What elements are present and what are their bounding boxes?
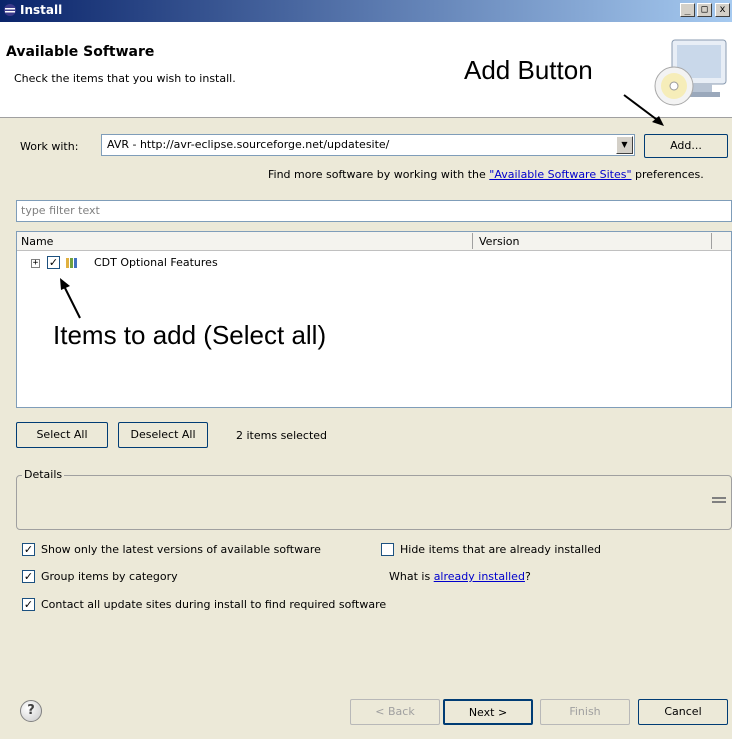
contact-sites-label[interactable]: Contact all update sites during install … — [41, 598, 386, 611]
page-subtitle: Check the items that you wish to install… — [14, 72, 236, 85]
minimize-button[interactable]: _ — [680, 3, 695, 17]
help-icon[interactable]: ? — [20, 700, 42, 722]
items-annotation: Items to add (Select all) — [53, 320, 327, 350]
contact-sites-checkbox[interactable]: ✓ — [22, 598, 35, 611]
cancel-button[interactable]: Cancel — [638, 699, 728, 725]
title-bar[interactable]: Install _ □ x — [0, 0, 732, 22]
work-with-label: Work with: — [20, 140, 79, 153]
available-sites-link[interactable]: "Available Software Sites" — [489, 168, 631, 181]
column-separator[interactable] — [711, 233, 712, 249]
what-is-suffix: ? — [524, 570, 531, 583]
hide-installed-checkbox[interactable] — [381, 543, 394, 556]
software-tree[interactable]: Name Version + ✓ CDT Optional Features I… — [16, 231, 732, 408]
annotation-arrow-add — [623, 94, 664, 126]
add-button-annotation: Add Button — [464, 55, 593, 85]
next-button[interactable]: Next > — [443, 699, 533, 725]
details-label: Details — [22, 468, 65, 481]
add-button[interactable]: Add... — [644, 134, 728, 158]
details-group — [16, 475, 732, 530]
close-button[interactable]: x — [715, 3, 730, 17]
page-title: Available Software — [6, 44, 155, 60]
filter-input[interactable]: type filter text — [16, 200, 732, 222]
select-all-button[interactable]: Select All — [16, 422, 108, 448]
find-more-text: Find more software by working with the "… — [268, 168, 704, 181]
group-category-label[interactable]: Group items by category — [41, 570, 178, 583]
row-checkbox[interactable]: ✓ — [47, 256, 60, 269]
find-more-suffix: preferences. — [631, 168, 704, 181]
finish-button[interactable]: Finish — [540, 699, 630, 725]
what-is-prefix: What is — [389, 570, 434, 583]
window-title: Install — [20, 3, 63, 17]
column-version[interactable]: Version — [479, 235, 519, 248]
what-is-installed: What is already installed? — [389, 570, 531, 583]
annotation-arrow-items — [60, 278, 81, 319]
column-separator[interactable] — [472, 233, 473, 249]
table-header: Name Version — [17, 232, 731, 251]
eclipse-icon — [4, 4, 16, 16]
work-with-value: AVR - http://avr-eclipse.sourceforge.net… — [107, 138, 390, 151]
maximize-button[interactable]: □ — [697, 3, 712, 17]
sash-grip-icon[interactable] — [712, 496, 726, 506]
selection-status: 2 items selected — [236, 429, 328, 442]
deselect-all-button[interactable]: Deselect All — [118, 422, 208, 448]
find-more-prefix: Find more software by working with the — [268, 168, 490, 181]
work-with-combo[interactable]: AVR - http://avr-eclipse.sourceforge.net… — [101, 134, 635, 156]
back-button[interactable]: < Back — [350, 699, 440, 725]
already-installed-link[interactable]: already installed — [434, 570, 525, 583]
row-label[interactable]: CDT Optional Features — [94, 256, 218, 269]
chevron-down-icon[interactable]: ▼ — [616, 136, 633, 154]
latest-only-label[interactable]: Show only the latest versions of availab… — [41, 543, 321, 556]
latest-only-checkbox[interactable]: ✓ — [22, 543, 35, 556]
column-name[interactable]: Name — [21, 235, 53, 248]
filter-placeholder: type filter text — [21, 204, 100, 217]
group-category-checkbox[interactable]: ✓ — [22, 570, 35, 583]
expand-icon[interactable]: + — [31, 259, 40, 268]
feature-icon — [66, 258, 77, 268]
hide-installed-label[interactable]: Hide items that are already installed — [400, 543, 601, 556]
